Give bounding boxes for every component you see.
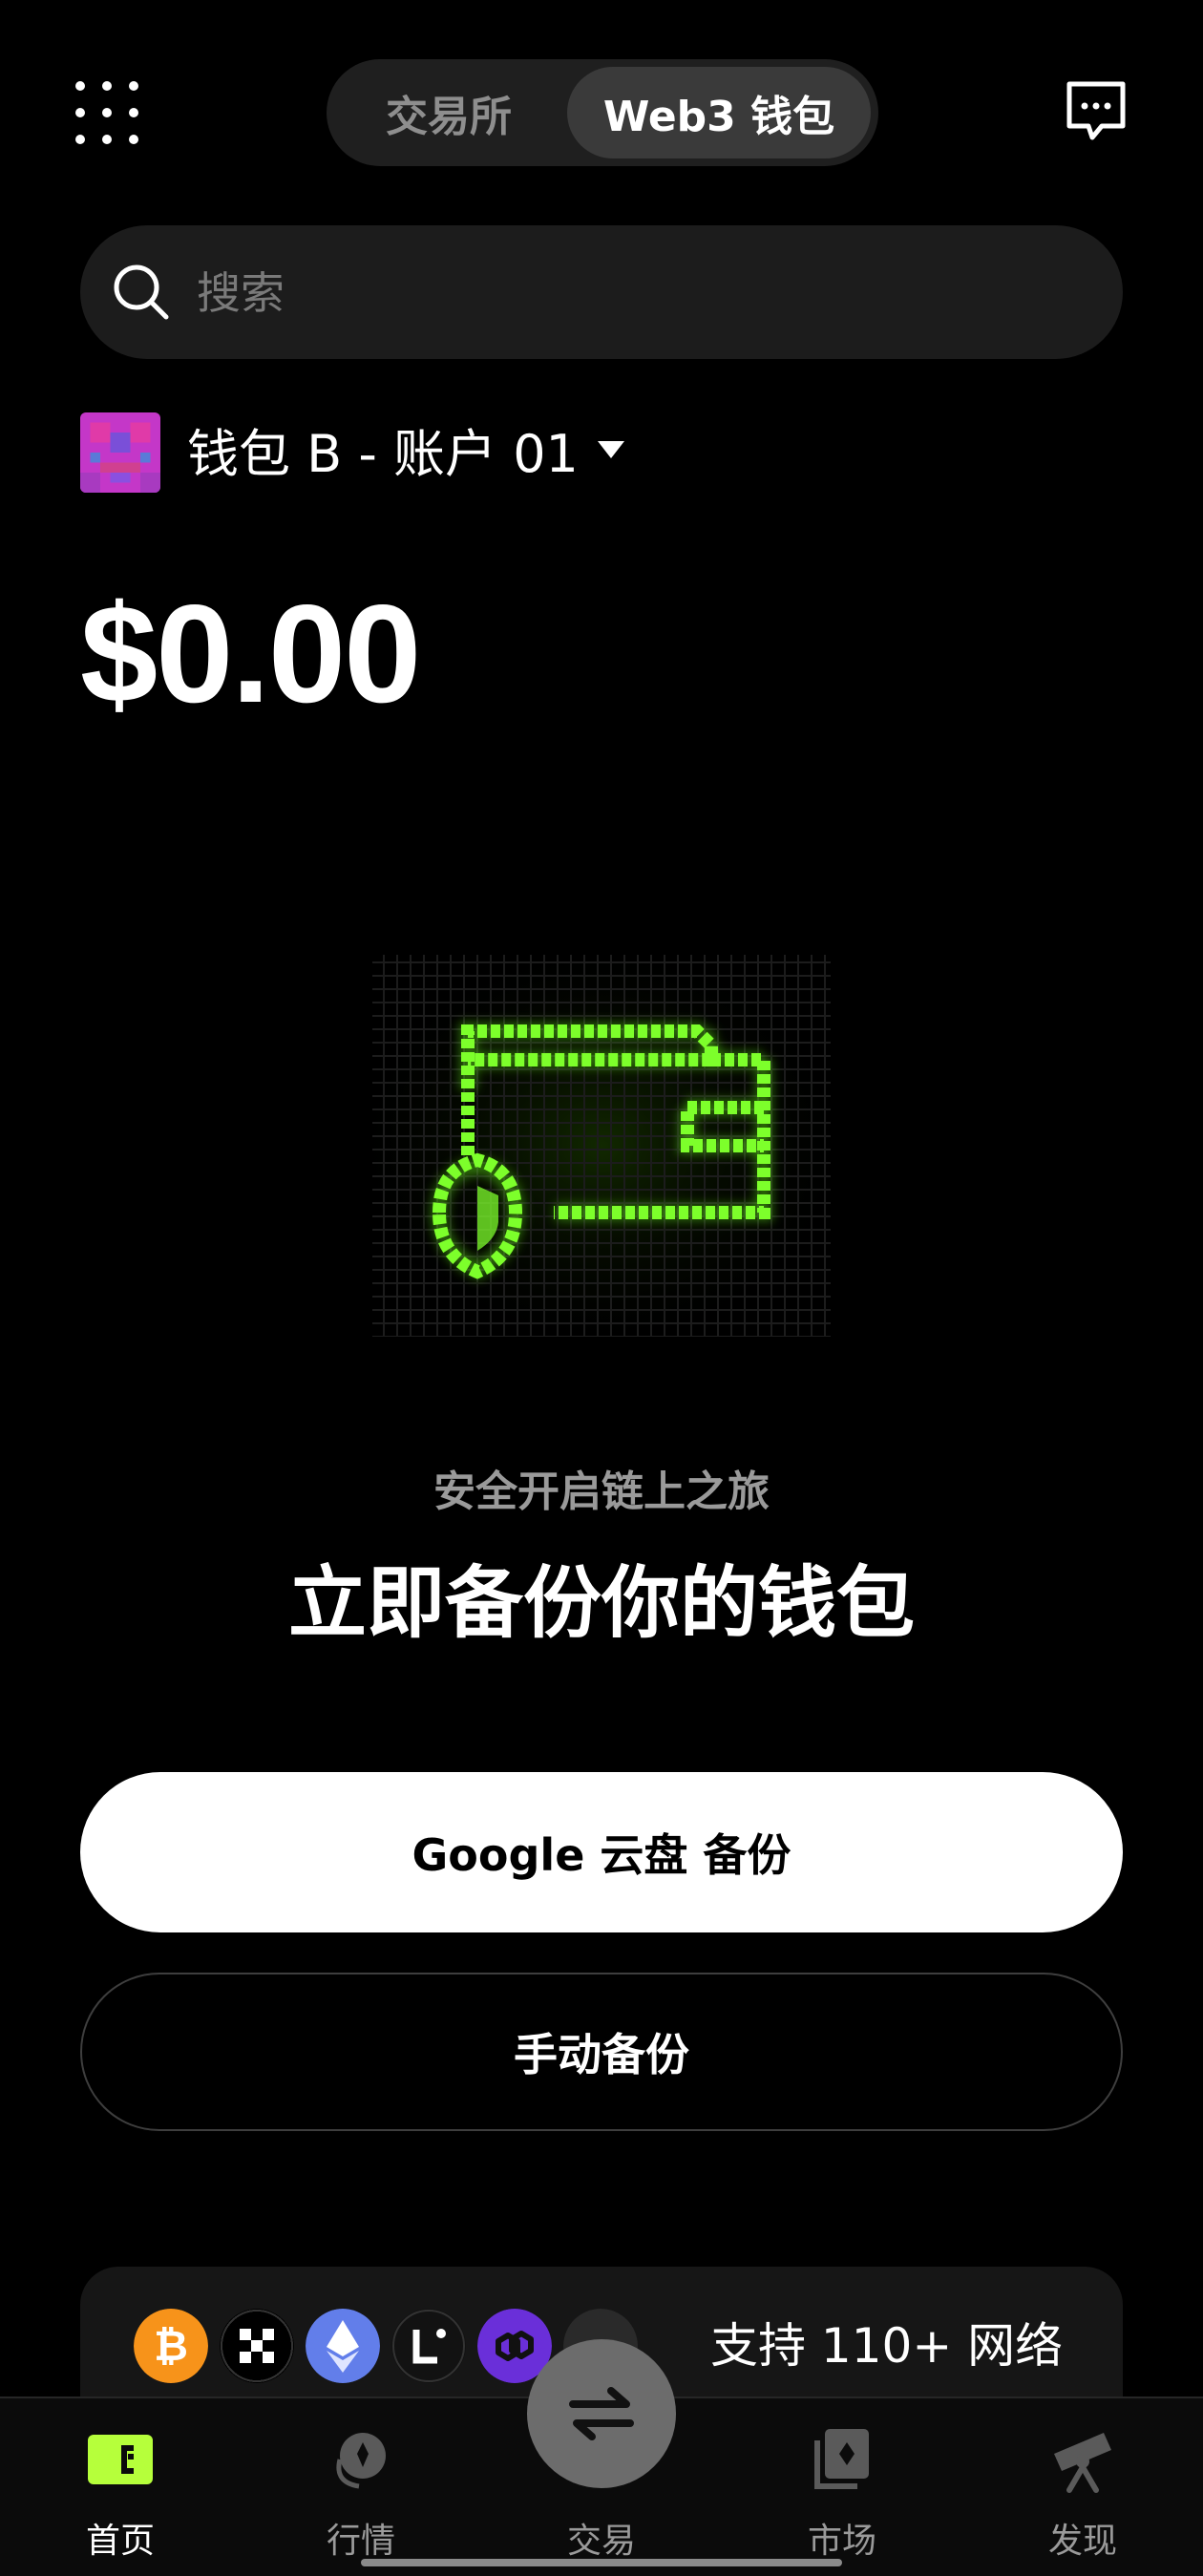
tab-exchange[interactable]: 交易所 xyxy=(334,67,563,158)
okx-icon xyxy=(220,2309,294,2383)
google-drive-backup-button[interactable]: Google 云盘 备份 xyxy=(80,1772,1123,1932)
nav-label-market: 行情 xyxy=(326,2522,395,2561)
account-name[interactable]: 钱包 B - 账户 01 xyxy=(187,420,579,489)
wallet-icon xyxy=(88,2435,153,2484)
mode-switch: 交易所 Web3 钱包 xyxy=(327,59,878,166)
chevron-down-icon[interactable] xyxy=(598,441,624,460)
promo-subtitle: 安全开启链上之旅 xyxy=(433,1467,770,1516)
search-bar[interactable] xyxy=(80,225,1123,361)
ethereum-icon xyxy=(306,2309,380,2383)
linea-icon xyxy=(391,2309,466,2383)
search-input[interactable] xyxy=(195,225,1058,361)
swap-icon xyxy=(569,2387,634,2440)
nav-label-discover: 发现 xyxy=(1047,2522,1117,2561)
total-balance: $0.00 xyxy=(80,576,421,731)
nav-item-home[interactable]: 首页 xyxy=(25,2425,216,2561)
nav-item-nft-market[interactable]: 市场 xyxy=(747,2425,938,2561)
search-icon xyxy=(114,264,169,320)
home-indicator[interactable] xyxy=(361,2559,842,2566)
message-icon[interactable] xyxy=(1064,80,1129,143)
trade-swap-button[interactable] xyxy=(527,2339,676,2488)
nav-label-home: 首页 xyxy=(85,2522,155,2561)
nav-item-market[interactable]: 行情 xyxy=(265,2425,456,2561)
tab-web3-wallet[interactable]: Web3 钱包 xyxy=(567,67,871,158)
nav-item-discover[interactable]: 发现 xyxy=(987,2425,1178,2561)
wallet-shield-illustration xyxy=(344,936,859,1356)
manual-backup-button[interactable]: 手动备份 xyxy=(80,1973,1123,2131)
market-icon xyxy=(336,2433,386,2489)
nav-label-trade: 交易 xyxy=(566,2522,636,2561)
nav-label-nft-market: 市场 xyxy=(807,2522,876,2561)
svg-text:₿: ₿ xyxy=(154,2322,188,2371)
promo-headline: 立即备份你的钱包 xyxy=(287,1558,915,1649)
apps-grid-icon[interactable] xyxy=(74,80,139,145)
bitcoin-icon: ₿ xyxy=(134,2309,208,2383)
nft-market-icon xyxy=(814,2429,869,2489)
supported-networks-label: 支持 110+ 网络 xyxy=(710,2318,1064,2374)
telescope-icon xyxy=(1054,2433,1111,2493)
avatar[interactable] xyxy=(80,412,160,493)
